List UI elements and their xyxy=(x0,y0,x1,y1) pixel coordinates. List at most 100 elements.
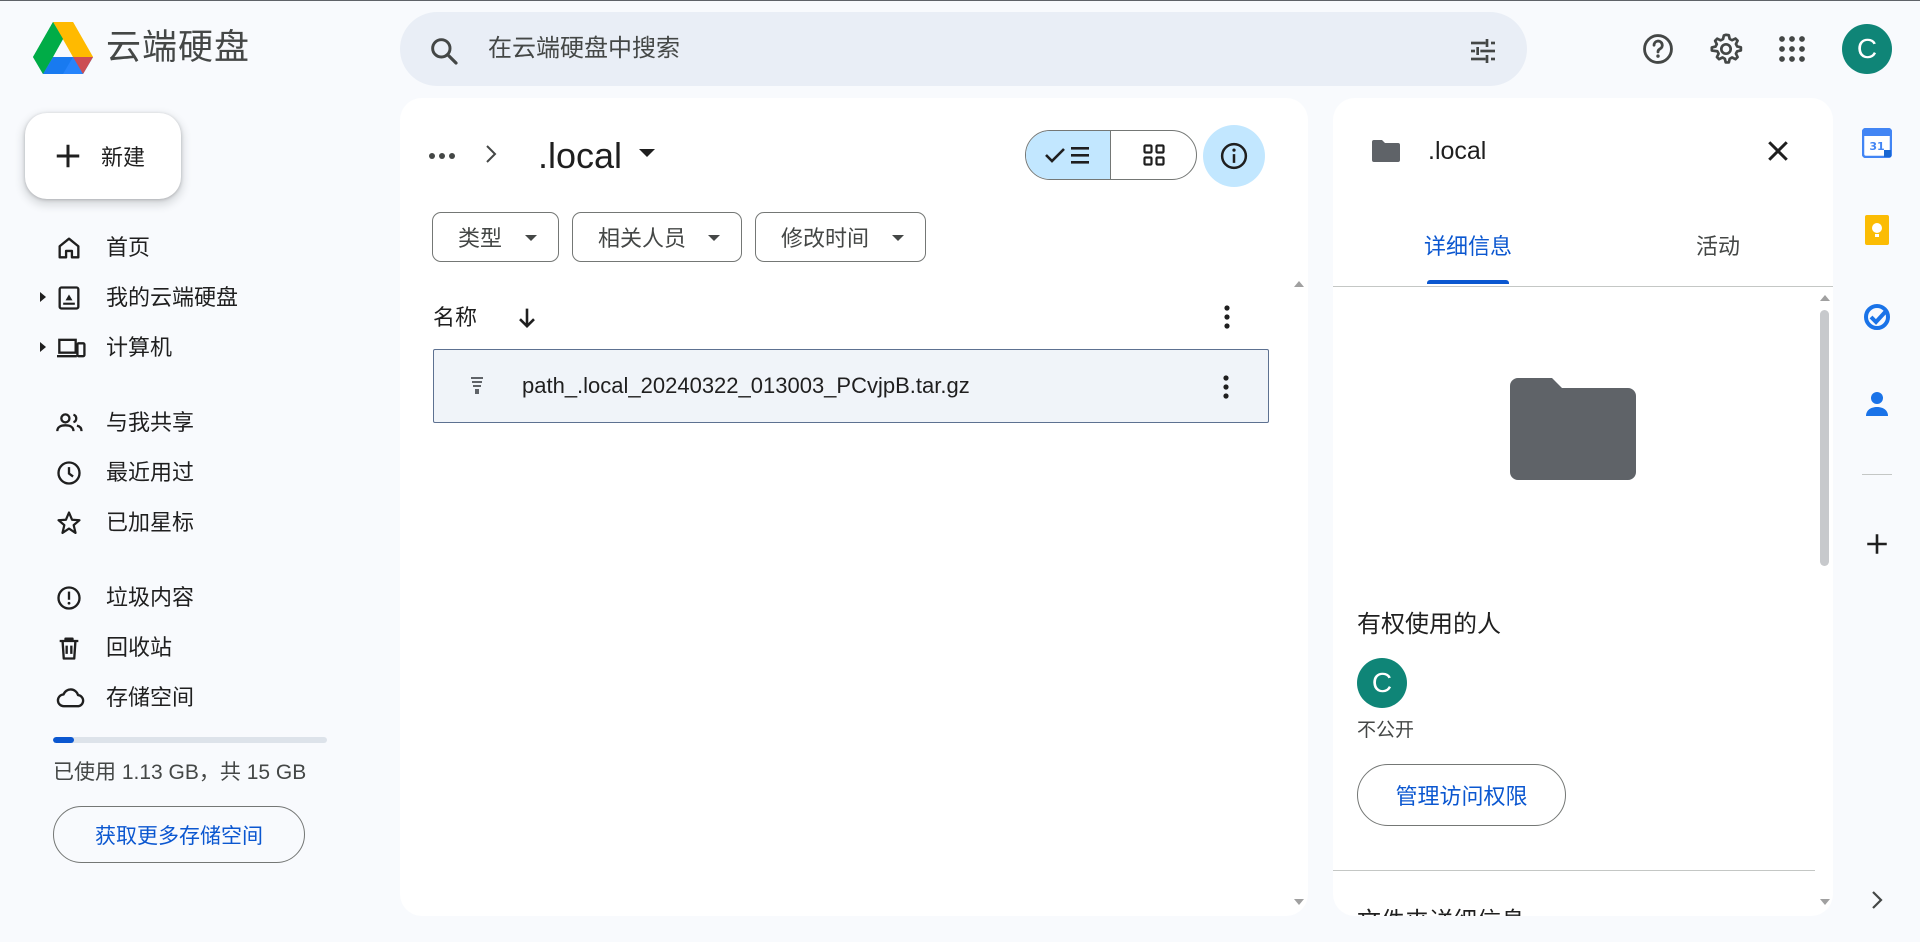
spam-icon xyxy=(55,584,85,612)
list-view-button[interactable] xyxy=(1026,131,1111,179)
sidebar-item-recent[interactable]: 最近用过 xyxy=(28,453,348,493)
storage-usage-text: 已使用 1.13 GB，共 15 GB xyxy=(53,761,307,784)
sidebar-item-starred[interactable]: 已加星标 xyxy=(28,503,348,543)
tab-details[interactable]: 详细信息 xyxy=(1424,234,1512,260)
filter-chip-people[interactable]: 相关人员 xyxy=(572,212,742,262)
details-info-button[interactable] xyxy=(1203,125,1265,187)
sidebar-item-shared-with-me[interactable]: 与我共享 xyxy=(28,403,348,443)
sidebar-item-my-drive[interactable]: 我的云端硬盘 xyxy=(28,278,348,318)
details-panel: .local 详细信息 活动 有权使用的人 C 不公开 管理访问权限 文件夹详细… xyxy=(1333,98,1833,916)
search-icon[interactable] xyxy=(428,35,460,67)
search-bar[interactable]: 在云端硬盘中搜索 xyxy=(400,12,1527,86)
sidebar-item-spam[interactable]: 垃圾内容 xyxy=(28,578,348,618)
manage-access-button[interactable]: 管理访问权限 xyxy=(1357,764,1566,826)
settings-gear-icon[interactable] xyxy=(1701,24,1751,74)
scroll-up-arrow-icon[interactable] xyxy=(1819,294,1831,302)
breadcrumb-current-folder[interactable]: .local xyxy=(538,134,622,178)
sidebar-item-label: 首页 xyxy=(106,235,151,260)
view-toggle[interactable] xyxy=(1025,130,1197,180)
active-tab-indicator xyxy=(1427,280,1509,284)
plus-icon xyxy=(53,141,83,171)
sort-arrow-down-icon[interactable] xyxy=(513,304,541,332)
grid-view-button[interactable] xyxy=(1111,131,1196,179)
sidebar-item-label: 计算机 xyxy=(106,335,173,360)
app-title[interactable]: 云端硬盘 xyxy=(106,24,250,72)
breadcrumb-separator-icon xyxy=(484,142,498,166)
star-icon xyxy=(55,509,85,537)
svg-text:31: 31 xyxy=(1869,140,1884,153)
contacts-app-icon[interactable] xyxy=(1860,387,1894,421)
grid-view-icon xyxy=(1142,143,1166,167)
add-addon-plus-icon[interactable] xyxy=(1860,527,1894,561)
sidebar-item-computers[interactable]: 计算机 xyxy=(28,328,348,368)
people-icon xyxy=(55,409,85,437)
list-view-checked-icon xyxy=(1043,142,1093,168)
filter-chip-label: 相关人员 xyxy=(598,226,687,251)
search-options-icon[interactable] xyxy=(1467,35,1499,67)
breadcrumb-more-icon[interactable] xyxy=(428,152,456,160)
close-icon[interactable] xyxy=(1763,136,1793,166)
folder-details-section-title: 文件夹详细信息 xyxy=(1357,908,1525,916)
clock-icon xyxy=(55,459,85,487)
file-name[interactable]: path_.local_20240322_013003_PCvjpB.tar.g… xyxy=(522,373,970,399)
expand-caret-icon[interactable] xyxy=(38,340,48,354)
folder-icon xyxy=(1371,139,1401,163)
sidebar-item-label: 回收站 xyxy=(106,635,173,660)
drive-icon xyxy=(55,284,85,312)
tab-divider xyxy=(1333,286,1833,287)
file-list-header: 名称 xyxy=(433,298,1269,338)
sidebar-item-trash[interactable]: 回收站 xyxy=(28,628,348,668)
calendar-app-icon[interactable]: 31 xyxy=(1860,126,1894,160)
details-scrollbar-thumb[interactable] xyxy=(1820,310,1829,566)
column-header-name[interactable]: 名称 xyxy=(433,305,477,331)
scroll-down-arrow-icon[interactable] xyxy=(1819,898,1831,906)
sidebar-item-home[interactable]: 首页 xyxy=(28,228,348,268)
storage-progress-bar xyxy=(53,737,327,743)
trash-icon xyxy=(55,634,85,662)
search-input[interactable]: 在云端硬盘中搜索 xyxy=(488,35,680,63)
sidebar-item-label: 垃圾内容 xyxy=(106,585,195,610)
folder-menu-dropdown-icon[interactable] xyxy=(638,148,656,158)
access-section-title: 有权使用的人 xyxy=(1357,611,1501,638)
chevron-down-icon xyxy=(891,234,905,242)
tasks-app-icon[interactable] xyxy=(1860,300,1894,334)
new-button[interactable]: 新建 xyxy=(25,113,181,199)
apps-grid-icon[interactable] xyxy=(1767,24,1817,74)
drive-logo-icon[interactable] xyxy=(33,22,93,74)
owner-avatar[interactable]: C xyxy=(1357,658,1407,708)
chevron-down-icon xyxy=(707,234,721,242)
scroll-up-arrow-icon[interactable] xyxy=(1293,280,1305,288)
help-icon[interactable] xyxy=(1633,24,1683,74)
table-row[interactable]: path_.local_20240322_013003_PCvjpB.tar.g… xyxy=(433,349,1269,423)
sidebar-item-label: 我的云端硬盘 xyxy=(106,285,239,310)
sidebar-item-storage[interactable]: 存储空间 xyxy=(28,678,348,718)
filter-chip-label: 修改时间 xyxy=(781,226,870,251)
more-vert-icon[interactable] xyxy=(1223,304,1231,330)
get-more-storage-button[interactable]: 获取更多存储空间 xyxy=(53,806,305,863)
window-top-border xyxy=(0,0,1920,1)
file-list-panel: .local 类型 相关人员 修改时间 名称 path_.local_20240… xyxy=(400,98,1308,916)
access-status-text: 不公开 xyxy=(1357,720,1415,741)
storage-progress-fill xyxy=(53,737,74,743)
filter-chip-label: 类型 xyxy=(458,226,503,251)
chevron-down-icon xyxy=(524,234,538,242)
scroll-down-arrow-icon[interactable] xyxy=(1293,898,1305,906)
filter-chip-modified[interactable]: 修改时间 xyxy=(755,212,926,262)
new-button-label: 新建 xyxy=(101,145,146,170)
folder-preview-icon xyxy=(1510,378,1636,480)
filter-chip-type[interactable]: 类型 xyxy=(432,212,559,262)
expand-caret-icon[interactable] xyxy=(38,290,48,304)
more-vert-icon[interactable] xyxy=(1222,374,1230,400)
account-avatar[interactable]: C xyxy=(1842,24,1892,74)
details-title: .local xyxy=(1428,137,1487,165)
tab-activity[interactable]: 活动 xyxy=(1696,234,1740,260)
home-icon xyxy=(55,234,85,262)
sidebar-item-label: 与我共享 xyxy=(106,410,195,435)
sidebar-item-label: 存储空间 xyxy=(106,685,195,710)
archive-file-icon xyxy=(470,377,484,395)
expand-side-panel-chevron-icon[interactable] xyxy=(1860,883,1894,917)
keep-app-icon[interactable] xyxy=(1860,213,1894,247)
computer-icon xyxy=(55,334,86,362)
section-divider xyxy=(1333,870,1815,871)
info-icon xyxy=(1219,141,1249,171)
